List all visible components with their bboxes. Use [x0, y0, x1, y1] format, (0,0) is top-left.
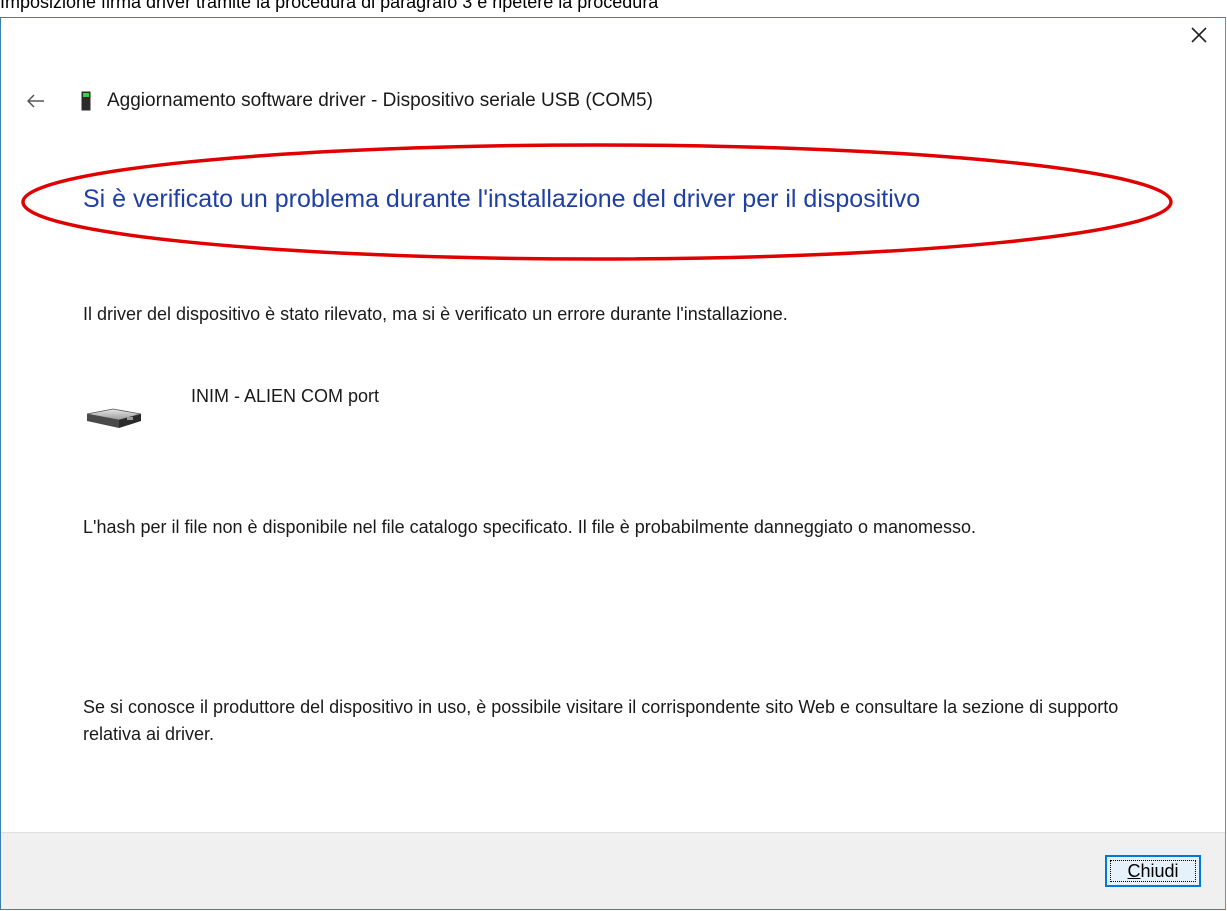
back-arrow-icon — [27, 94, 44, 108]
support-hint: Se si conosce il produttore del disposit… — [83, 697, 1119, 744]
page-caption: Imposizione firma driver tramite la proc… — [0, 0, 659, 12]
driver-update-dialog: Aggiornamento software driver - Disposit… — [0, 17, 1226, 910]
usb-device-icon — [81, 91, 91, 111]
dialog-footer: Chiudi — [1, 832, 1225, 909]
error-summary: Il driver del dispositivo è stato rileva… — [83, 304, 788, 324]
device-name: INIM - ALIEN COM port — [191, 386, 380, 406]
close-button[interactable]: Chiudi — [1105, 855, 1201, 887]
back-button[interactable] — [21, 86, 51, 116]
serial-port-device-icon — [86, 408, 142, 428]
device-entry: INIM - ALIEN COM port — [83, 386, 683, 446]
close-button-mnemonic: C — [1127, 860, 1141, 881]
title-row: Aggiornamento software driver - Disposit… — [21, 86, 653, 116]
close-icon — [1191, 27, 1207, 43]
window-title: Aggiornamento software driver - Disposit… — [107, 90, 653, 111]
close-button-label: hiudi — [1140, 860, 1179, 881]
error-detail: L'hash per il file non è disponibile nel… — [83, 517, 976, 537]
error-headline: Si è verificato un problema durante l'in… — [83, 185, 921, 213]
close-window-button[interactable] — [1181, 20, 1217, 50]
